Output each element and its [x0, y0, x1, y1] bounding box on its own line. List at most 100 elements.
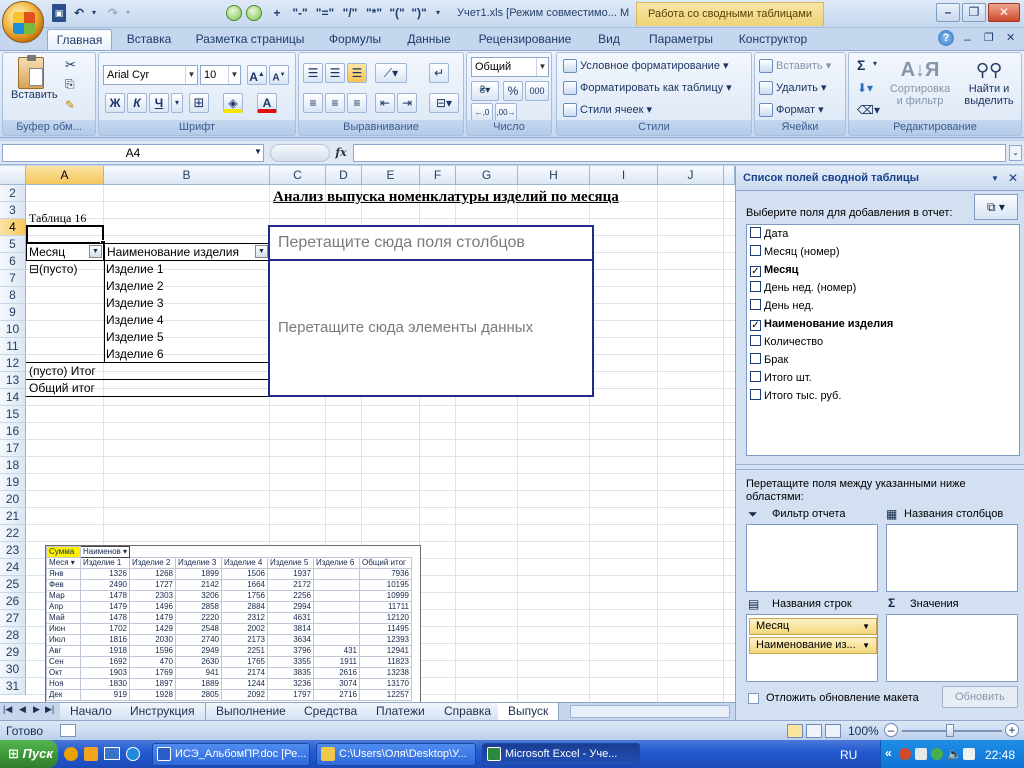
redo-dropdown-icon[interactable]: ▾ [122, 4, 134, 22]
delete-cells-button[interactable]: Удалить ▾ [759, 81, 827, 96]
insert-function-icon[interactable]: fx [331, 144, 351, 162]
column-header-j[interactable]: J [658, 166, 724, 185]
sheet-tab-execution[interactable]: Выполнение [206, 703, 297, 720]
start-button[interactable]: ⊞ Пуск [0, 740, 58, 768]
pivot-field-product-dropdown-icon[interactable]: ▼ [253, 245, 268, 258]
taskbar-folder[interactable]: C:\Users\Оля\Desktop\У... [316, 743, 476, 766]
quicklaunch-browser-icon[interactable] [64, 747, 78, 761]
tab-data[interactable]: Данные [398, 29, 460, 50]
tray-clock[interactable]: 22:48 [985, 748, 1015, 762]
sheet-tab-payments[interactable]: Платежи [366, 703, 436, 720]
pivot-drop-columns[interactable]: Перетащите сюда поля столбцов [268, 225, 594, 261]
ribbon-close-icon[interactable]: ✕ [1006, 31, 1015, 44]
underline-button[interactable]: Ч [149, 93, 169, 113]
number-format-combo[interactable]: Общий ▼ [471, 57, 549, 77]
align-top-icon[interactable]: ☰ [303, 63, 323, 83]
filter-drop-zone[interactable] [746, 524, 878, 592]
row-chip-month[interactable]: Месяц ▼ [749, 618, 877, 635]
embedded-pivot-image[interactable]: Сумма Наименов ▾ Меся ▾ Изделие 1 Изделие … [45, 545, 421, 702]
tab-options[interactable]: Параметры [640, 29, 722, 50]
row-header-25[interactable]: 25 [0, 576, 26, 593]
column-header-h[interactable]: H [518, 166, 590, 185]
increase-indent-icon[interactable]: ⇥ [397, 93, 417, 113]
field-item[interactable]: Дата [750, 226, 788, 243]
expand-formula-bar-icon[interactable]: ⌄ [1009, 145, 1022, 161]
tab-nav-first-icon[interactable]: |◀ [3, 704, 12, 715]
formula-input[interactable] [353, 144, 1006, 162]
restore-icon[interactable]: ❐ [962, 3, 986, 22]
row-header-23[interactable]: 23 [0, 542, 26, 559]
clear-icon[interactable]: ⌫▾ [857, 103, 880, 117]
defer-update-checkbox[interactable] [748, 693, 762, 706]
layout-options-icon[interactable]: ⧉ ▾ [974, 194, 1018, 220]
checkbox-icon[interactable] [750, 245, 761, 256]
minimize-icon[interactable]: – [936, 3, 960, 22]
tray-antivirus-icon[interactable] [899, 748, 911, 760]
tab-insert[interactable]: Вставка [118, 29, 180, 50]
cut-icon[interactable]: ✂ [65, 57, 76, 73]
pivot-field-product[interactable]: Наименование изделия ▼ [104, 243, 270, 261]
cell-styles-button[interactable]: Стили ячеек ▾ [563, 103, 652, 118]
qat-rparen-button[interactable]: ")" [408, 4, 430, 22]
column-header-b[interactable]: B [104, 166, 270, 185]
qat-minus-button[interactable]: "-" [288, 4, 312, 22]
orientation-icon[interactable]: ⟋▾ [375, 63, 407, 83]
zoom-level[interactable]: 100% [848, 724, 879, 738]
find-select-button[interactable]: ⚲⚲ Найти и выделить [959, 57, 1019, 107]
font-size-combo[interactable]: 10 ▼ [200, 65, 241, 85]
field-item[interactable]: Итого шт. [750, 370, 812, 387]
qat-plus-button[interactable]: + [266, 4, 288, 22]
currency-icon[interactable]: ₴▾ [471, 81, 499, 101]
italic-button[interactable]: К [127, 93, 147, 113]
paste-button[interactable]: Вставить [11, 55, 58, 109]
decrease-indent-icon[interactable]: ⇤ [375, 93, 395, 113]
checkbox-icon[interactable] [750, 299, 761, 310]
office-button[interactable] [2, 1, 44, 43]
row-header-2[interactable]: 2 [0, 185, 26, 202]
font-color-icon[interactable]: A [257, 93, 277, 113]
row-header-6[interactable]: 6 [0, 253, 26, 270]
row-header-21[interactable]: 21 [0, 508, 26, 525]
percent-button[interactable]: % [503, 81, 523, 101]
name-box[interactable]: A4 [2, 144, 264, 162]
sort-filter-button[interactable]: A↓Я Сортировка и фильтр [887, 57, 953, 107]
page-layout-view-icon[interactable] [806, 724, 822, 738]
row-header-18[interactable]: 18 [0, 457, 26, 474]
undo-icon[interactable]: ↶ [70, 4, 88, 22]
row-header-19[interactable]: 19 [0, 474, 26, 491]
row-header-16[interactable]: 16 [0, 423, 26, 440]
row-header-4[interactable]: 4 [0, 219, 26, 236]
align-center-icon[interactable]: ≡ [325, 93, 345, 113]
tab-nav-next-icon[interactable]: ▶ [33, 704, 40, 715]
sheet-tab-output[interactable]: Выпуск [498, 703, 560, 720]
tab-home[interactable]: Главная [47, 29, 112, 50]
row-header-3[interactable]: 3 [0, 202, 26, 219]
redo-icon[interactable]: ↷ [104, 4, 122, 22]
columns-drop-zone[interactable] [886, 524, 1018, 592]
update-button[interactable]: Обновить [942, 686, 1018, 708]
pane-splitter[interactable] [736, 464, 1024, 470]
tab-review[interactable]: Рецензирование [468, 29, 582, 50]
normal-view-icon[interactable] [787, 724, 803, 738]
checkbox-icon[interactable] [750, 281, 761, 292]
row-header-13[interactable]: 13 [0, 372, 26, 389]
row-header-31[interactable]: 31 [0, 678, 26, 695]
rows-drop-zone[interactable]: Месяц ▼ Наименование из... ▼ [746, 614, 878, 682]
column-header-e[interactable]: E [362, 166, 420, 185]
checkbox-icon[interactable] [750, 371, 761, 382]
column-header-g[interactable]: G [456, 166, 518, 185]
qat-equals-button[interactable]: "=" [312, 4, 338, 22]
column-header-c[interactable]: C [270, 166, 326, 185]
quick-circle-icon-2[interactable] [246, 5, 262, 21]
conditional-format-button[interactable]: Условное форматирование ▾ [563, 59, 729, 74]
tab-formulas[interactable]: Формулы [322, 29, 388, 50]
field-item[interactable]: Месяц (номер) [750, 244, 840, 261]
row-header-11[interactable]: 11 [0, 338, 26, 355]
pivot-field-month[interactable]: Месяц ▼ [26, 243, 104, 261]
horizontal-scrollbar[interactable] [570, 705, 730, 718]
active-cell-a4[interactable] [26, 225, 104, 244]
row-header-26[interactable]: 26 [0, 593, 26, 610]
pane-menu-icon[interactable]: ▼ [991, 174, 999, 183]
ribbon-restore-icon[interactable]: ❐ [984, 31, 994, 44]
row-header-24[interactable]: 24 [0, 559, 26, 576]
